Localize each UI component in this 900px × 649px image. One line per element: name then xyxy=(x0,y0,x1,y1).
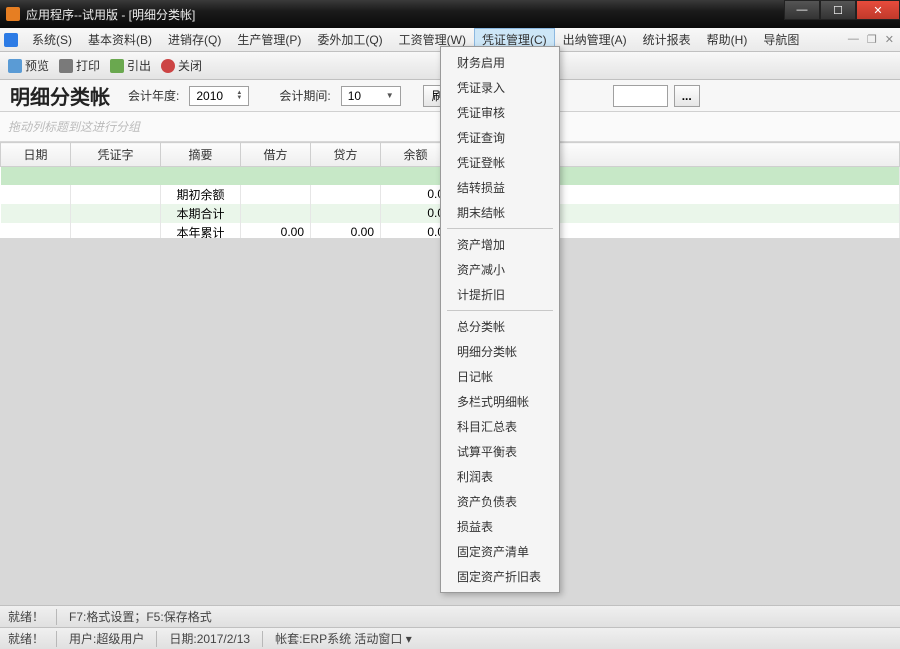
dd-item[interactable]: 财务启用 xyxy=(443,50,557,75)
close-icon xyxy=(161,59,175,73)
dd-item[interactable]: 结转损益 xyxy=(443,175,557,200)
cell-summary: 本期合计 xyxy=(161,204,241,223)
year-select[interactable]: 2010 ▲▼ xyxy=(189,86,249,106)
print-label: 打印 xyxy=(76,57,100,74)
cell-credit xyxy=(311,204,381,223)
dd-item[interactable]: 资产减小 xyxy=(443,257,557,282)
cell-summary: 期初余额 xyxy=(161,185,241,204)
page-title: 明细分类帐 xyxy=(10,81,110,110)
sb-separator xyxy=(56,631,57,647)
dd-item[interactable]: 多栏式明细帐 xyxy=(443,389,557,414)
print-icon xyxy=(59,59,73,73)
print-button[interactable]: 打印 xyxy=(59,57,100,74)
col-date[interactable]: 日期 xyxy=(1,143,71,167)
statusbar-lower: 就绪！ 用户:超级用户 日期:2017/2/13 帐套:ERP系统 活动窗口 ▾ xyxy=(0,627,900,649)
dd-item[interactable]: 固定资产折旧表 xyxy=(443,564,557,589)
col-debit[interactable]: 借方 xyxy=(241,143,311,167)
menu-outsource[interactable]: 委外加工(Q) xyxy=(309,28,390,51)
window-title: 应用程序--试用版 - [明细分类帐] xyxy=(26,6,195,23)
dd-item[interactable]: 凭证查询 xyxy=(443,125,557,150)
chevron-down-icon: ▼ xyxy=(386,91,394,100)
dd-item[interactable]: 资产增加 xyxy=(443,232,557,257)
search-input[interactable] xyxy=(613,85,668,107)
menu-basicdata[interactable]: 基本资料(B) xyxy=(80,28,160,51)
status-db[interactable]: 帐套:ERP系统 活动窗口 ▾ xyxy=(275,630,412,647)
dd-separator xyxy=(447,228,553,229)
dd-item[interactable]: 计提折旧 xyxy=(443,282,557,307)
cell-date xyxy=(1,185,71,204)
dd-item[interactable]: 总分类帐 xyxy=(443,314,557,339)
app-icon xyxy=(6,7,20,21)
close-button[interactable]: ✕ xyxy=(856,0,900,20)
menu-system[interactable]: 系统(S) xyxy=(24,28,80,51)
export-button[interactable]: 引出 xyxy=(110,57,151,74)
dd-item[interactable]: 凭证录入 xyxy=(443,75,557,100)
dd-item[interactable]: 固定资产清单 xyxy=(443,539,557,564)
menu-production[interactable]: 生产管理(P) xyxy=(229,28,309,51)
mdi-restore-icon[interactable]: ❐ xyxy=(867,33,877,46)
menu-cashier[interactable]: 出纳管理(A) xyxy=(555,28,635,51)
dd-item[interactable]: 期末结帐 xyxy=(443,200,557,225)
status-date: 日期:2017/2/13 xyxy=(169,630,250,647)
statusbar-upper: 就绪！ F7:格式设置；F5:保存格式 xyxy=(0,605,900,627)
maximize-button[interactable]: ☐ xyxy=(820,0,856,20)
menu-help[interactable]: 帮助(H) xyxy=(699,28,756,51)
period-label: 会计期间: xyxy=(279,87,330,104)
window-controls: — ☐ ✕ xyxy=(784,0,900,20)
minimize-button[interactable]: — xyxy=(784,0,820,20)
mdi-controls: — ❐ ✕ xyxy=(848,33,894,46)
status-hint: F7:格式设置；F5:保存格式 xyxy=(69,608,212,625)
preview-button[interactable]: 预览 xyxy=(8,57,49,74)
preview-icon xyxy=(8,59,22,73)
period-value: 10 xyxy=(348,89,361,103)
close-window-button[interactable]: 关闭 xyxy=(161,57,202,74)
menu-reports[interactable]: 统计报表 xyxy=(635,28,699,51)
dd-item[interactable]: 利润表 xyxy=(443,464,557,489)
dd-item[interactable]: 资产负债表 xyxy=(443,489,557,514)
dd-separator xyxy=(447,310,553,311)
close-label: 关闭 xyxy=(178,57,202,74)
dd-item[interactable]: 凭证登帐 xyxy=(443,150,557,175)
sb-separator xyxy=(56,609,57,625)
year-label: 会计年度: xyxy=(128,87,179,104)
preview-label: 预览 xyxy=(25,57,49,74)
mdi-close-icon[interactable]: ✕ xyxy=(885,33,894,46)
window-titlebar: 应用程序--试用版 - [明细分类帐] — ☐ ✕ xyxy=(0,0,900,28)
year-spinner-icon[interactable]: ▲▼ xyxy=(236,91,242,101)
menubar-icon xyxy=(4,33,18,47)
dd-item[interactable]: 试算平衡表 xyxy=(443,439,557,464)
export-icon xyxy=(110,59,124,73)
cell-voucher xyxy=(71,185,161,204)
col-voucher[interactable]: 凭证字 xyxy=(71,143,161,167)
col-credit[interactable]: 贷方 xyxy=(311,143,381,167)
mdi-minimize-icon[interactable]: — xyxy=(848,33,859,46)
cell-debit xyxy=(241,204,311,223)
dd-item[interactable]: 明细分类帐 xyxy=(443,339,557,364)
voucher-dropdown-menu: 财务启用 凭证录入 凭证审核 凭证查询 凭证登帐 结转损益 期末结帐 资产增加 … xyxy=(440,46,560,593)
menu-inventory[interactable]: 进销存(Q) xyxy=(160,28,229,51)
menu-navmap[interactable]: 导航图 xyxy=(755,28,807,51)
sb-separator xyxy=(156,631,157,647)
year-value: 2010 xyxy=(196,89,223,103)
cell-credit xyxy=(311,185,381,204)
dd-item[interactable]: 损益表 xyxy=(443,514,557,539)
dd-item[interactable]: 凭证审核 xyxy=(443,100,557,125)
dd-item[interactable]: 日记帐 xyxy=(443,364,557,389)
status-ready2: 就绪！ xyxy=(8,630,44,647)
col-summary[interactable]: 摘要 xyxy=(161,143,241,167)
cell-debit xyxy=(241,185,311,204)
export-label: 引出 xyxy=(127,57,151,74)
status-ready: 就绪！ xyxy=(8,608,44,625)
lookup-button[interactable]: ... xyxy=(674,85,700,107)
period-select[interactable]: 10 ▼ xyxy=(341,86,401,106)
status-user: 用户:超级用户 xyxy=(69,630,144,647)
dd-item[interactable]: 科目汇总表 xyxy=(443,414,557,439)
sb-separator xyxy=(262,631,263,647)
